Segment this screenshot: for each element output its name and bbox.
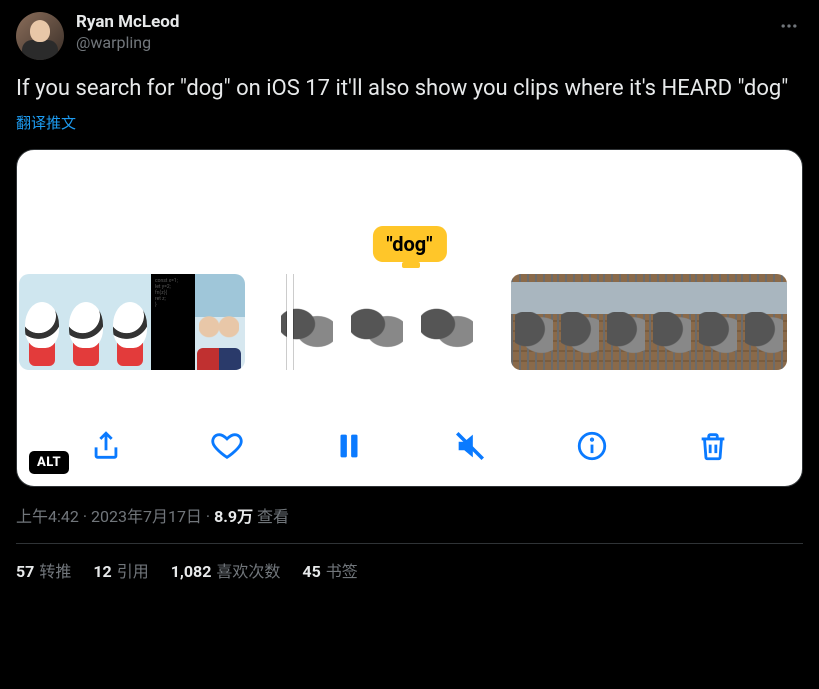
quotes-stat[interactable]: 12引用	[93, 558, 148, 582]
search-tooltip: "dog"	[372, 226, 446, 262]
handle: @warpling	[76, 33, 179, 53]
display-name: Ryan McLeod	[76, 12, 179, 33]
clip-group-1[interactable]: const x=1;let y=2;fn(z){ret z;}	[19, 274, 245, 370]
retweets-stat[interactable]: 57转推	[16, 558, 71, 582]
share-icon	[89, 429, 123, 463]
author-names[interactable]: Ryan McLeod @warpling	[76, 12, 179, 53]
thumbnail	[557, 274, 603, 370]
thumbnail	[343, 274, 413, 370]
views-label: 查看	[257, 507, 289, 526]
likes-stat[interactable]: 1,082喜欢次数	[171, 558, 281, 582]
delete-button[interactable]	[693, 426, 733, 466]
thumbnail	[741, 274, 787, 370]
thumbnail	[695, 274, 741, 370]
media-card[interactable]: "dog" const x=1;let y=2;fn(z){ret z;}	[16, 149, 803, 487]
bookmarks-stat[interactable]: 45书签	[302, 558, 357, 582]
info-icon	[575, 429, 609, 463]
thumbnail	[511, 274, 557, 370]
thumbnail	[413, 274, 483, 370]
thumbnail	[63, 274, 107, 370]
engagement-row: 57转推 12引用 1,082喜欢次数 45书签	[16, 558, 803, 582]
thumbnail	[603, 274, 649, 370]
thumbnail	[19, 274, 63, 370]
trash-icon	[696, 429, 730, 463]
thumbnail	[195, 274, 245, 370]
speaker-muted-icon	[453, 429, 487, 463]
divider	[16, 543, 803, 544]
thumbnail	[649, 274, 695, 370]
tweet-text: If you search for "dog" on iOS 17 it'll …	[16, 74, 803, 104]
like-button[interactable]	[207, 426, 247, 466]
alt-badge[interactable]: ALT	[29, 451, 69, 474]
heart-icon	[210, 429, 244, 463]
thumbnail: const x=1;let y=2;fn(z){ret z;}	[151, 274, 195, 370]
share-button[interactable]	[86, 426, 126, 466]
tweet-header: Ryan McLeod @warpling	[16, 12, 803, 60]
tweet-container: Ryan McLeod @warpling If you search for …	[0, 0, 819, 594]
clip-group-2[interactable]	[273, 274, 483, 370]
tweet-meta: 上午4:42 · 2023年7月17日 · 8.9万 查看	[16, 503, 803, 527]
playhead[interactable]	[287, 274, 293, 370]
views-count: 8.9万	[214, 507, 253, 526]
info-button[interactable]	[572, 426, 612, 466]
mute-button[interactable]	[450, 426, 490, 466]
tweet-time[interactable]: 上午4:42	[16, 507, 79, 526]
tweet-date[interactable]: 2023年7月17日	[91, 507, 202, 526]
pause-icon	[332, 429, 366, 463]
clip-group-3[interactable]	[511, 274, 787, 370]
ellipsis-icon	[779, 16, 799, 36]
media-toolbar	[17, 426, 802, 466]
translate-link[interactable]: 翻译推文	[16, 112, 803, 133]
pause-button[interactable]	[329, 426, 369, 466]
thumbnail	[273, 274, 343, 370]
thumbnail	[107, 274, 151, 370]
playhead-marker	[402, 262, 420, 268]
video-timeline[interactable]: const x=1;let y=2;fn(z){ret z;}	[17, 274, 802, 370]
more-button[interactable]	[775, 12, 803, 44]
avatar[interactable]	[16, 12, 64, 60]
